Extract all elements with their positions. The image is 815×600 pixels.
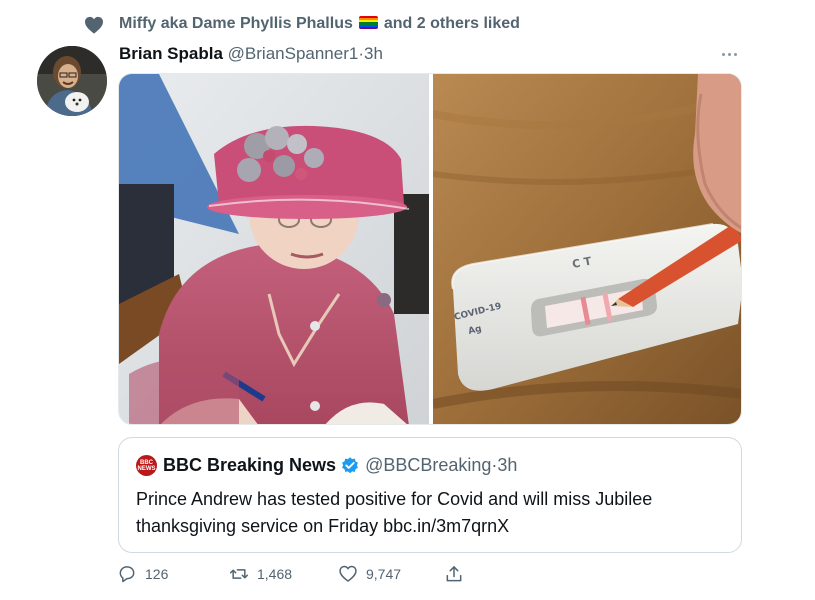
quoted-tweet-text: Prince Andrew has tested positive for Co… bbox=[136, 489, 653, 536]
others-liked-text: and 2 others liked bbox=[383, 15, 520, 32]
tweet-media[interactable]: C T COVID-19 Ag bbox=[118, 73, 742, 425]
author-handle[interactable]: @BrianSpanner1 bbox=[228, 44, 359, 63]
media-image-left[interactable] bbox=[119, 74, 429, 424]
queen-photo bbox=[119, 74, 429, 424]
heart-filled-icon bbox=[85, 16, 103, 34]
media-image-right[interactable]: C T COVID-19 Ag bbox=[433, 74, 741, 424]
quoted-post-time[interactable]: 3h bbox=[497, 455, 517, 476]
retweet-button[interactable]: 1,468 bbox=[229, 564, 292, 584]
quoted-author-handle[interactable]: @BBCBreaking bbox=[365, 455, 491, 476]
more-options-icon[interactable] bbox=[722, 49, 744, 59]
avatar[interactable] bbox=[37, 46, 107, 116]
bbc-logo-line2: NEWS bbox=[137, 465, 156, 472]
avatar-image bbox=[37, 46, 107, 116]
quoted-author-name[interactable]: BBC Breaking News bbox=[163, 455, 336, 476]
like-count: 9,747 bbox=[366, 566, 402, 582]
covid-test-photo: C T COVID-19 Ag bbox=[433, 74, 741, 424]
retweet-icon bbox=[229, 569, 249, 579]
tweet-action-bar: 126 1,468 9,747 bbox=[117, 564, 497, 588]
like-icon bbox=[339, 565, 357, 582]
reply-button[interactable]: 126 bbox=[117, 564, 168, 584]
liker-name[interactable]: Miffy aka Dame Phyllis Phallus bbox=[119, 15, 353, 32]
retweet-count: 1,468 bbox=[257, 566, 293, 582]
share-icon bbox=[446, 566, 462, 582]
social-context-text[interactable]: Miffy aka Dame Phyllis Phallus and 2 othe… bbox=[119, 15, 520, 33]
bbc-news-logo-icon[interactable]: BBC NEWS bbox=[136, 455, 157, 476]
quoted-tweet[interactable]: BBC NEWS BBC Breaking News @BBCBreaking ·… bbox=[118, 437, 742, 553]
quoted-tweet-header: BBC NEWS BBC Breaking News @BBCBreaking ·… bbox=[136, 455, 517, 476]
post-time[interactable]: 3h bbox=[364, 44, 383, 63]
verified-badge-icon bbox=[342, 456, 358, 473]
reply-count: 126 bbox=[145, 566, 169, 582]
tweet-header: Brian Spabla @BrianSpanner1·3h bbox=[119, 42, 383, 66]
share-button[interactable] bbox=[444, 564, 464, 584]
flag-stripe bbox=[358, 26, 378, 29]
like-button[interactable]: 9,747 bbox=[338, 564, 401, 584]
author-name[interactable]: Brian Spabla bbox=[119, 44, 223, 63]
rainbow-flag-icon bbox=[358, 16, 378, 29]
reply-icon bbox=[119, 566, 135, 583]
